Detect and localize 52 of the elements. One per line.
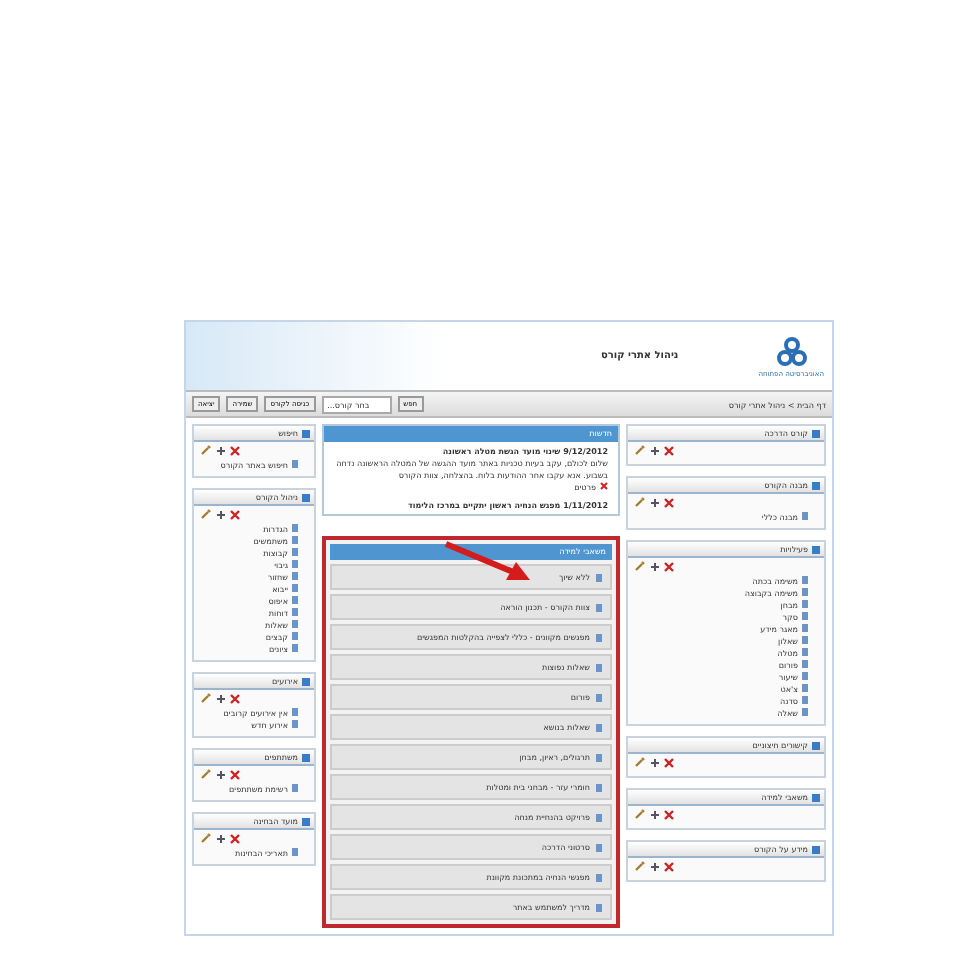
close-icon[interactable] — [664, 757, 674, 767]
add-icon[interactable] — [216, 693, 226, 703]
close-icon[interactable] — [230, 833, 240, 843]
add-icon[interactable] — [216, 769, 226, 779]
document-icon — [596, 873, 602, 882]
document-icon — [596, 663, 602, 672]
add-icon[interactable] — [216, 509, 226, 519]
panel-icon — [302, 753, 310, 761]
panel-icon — [812, 481, 820, 489]
panel-icon — [302, 817, 310, 825]
close-icon[interactable] — [664, 445, 674, 455]
add-icon[interactable] — [650, 561, 660, 571]
panel-icon — [812, 845, 820, 853]
panel-icon — [302, 429, 310, 437]
logo-icon — [775, 335, 808, 367]
panel-icon — [302, 677, 310, 685]
panel-icon — [812, 545, 820, 553]
document-icon — [596, 723, 602, 732]
add-icon[interactable] — [650, 861, 660, 871]
add-icon[interactable] — [216, 833, 226, 843]
document-icon — [292, 784, 298, 792]
close-icon[interactable] — [230, 693, 240, 703]
document-icon — [596, 693, 602, 702]
delete-icon[interactable] — [600, 482, 608, 491]
close-icon[interactable] — [664, 497, 674, 507]
pointer-arrow — [442, 540, 534, 584]
close-icon[interactable] — [664, 809, 674, 819]
close-icon[interactable] — [230, 769, 240, 779]
document-icon — [596, 813, 602, 822]
document-icon — [596, 633, 602, 642]
panel-icon — [812, 429, 820, 437]
document-icon — [596, 753, 602, 762]
document-icon — [802, 512, 808, 520]
add-icon[interactable] — [650, 497, 660, 507]
add-icon[interactable] — [650, 809, 660, 819]
document-icon — [292, 848, 298, 856]
document-icon — [292, 460, 298, 468]
panel-icon — [812, 741, 820, 749]
document-icon — [596, 573, 602, 582]
panel-icon — [812, 793, 820, 801]
close-icon[interactable] — [230, 445, 240, 455]
add-icon[interactable] — [216, 445, 226, 455]
document-icon — [596, 903, 602, 912]
panel-icon — [302, 493, 310, 501]
document-icon — [596, 783, 602, 792]
close-icon[interactable] — [664, 861, 674, 871]
document-icon — [596, 843, 602, 852]
close-icon[interactable] — [664, 561, 674, 571]
close-icon[interactable] — [230, 509, 240, 519]
document-icon — [596, 603, 602, 612]
add-icon[interactable] — [650, 757, 660, 767]
add-icon[interactable] — [650, 445, 660, 455]
